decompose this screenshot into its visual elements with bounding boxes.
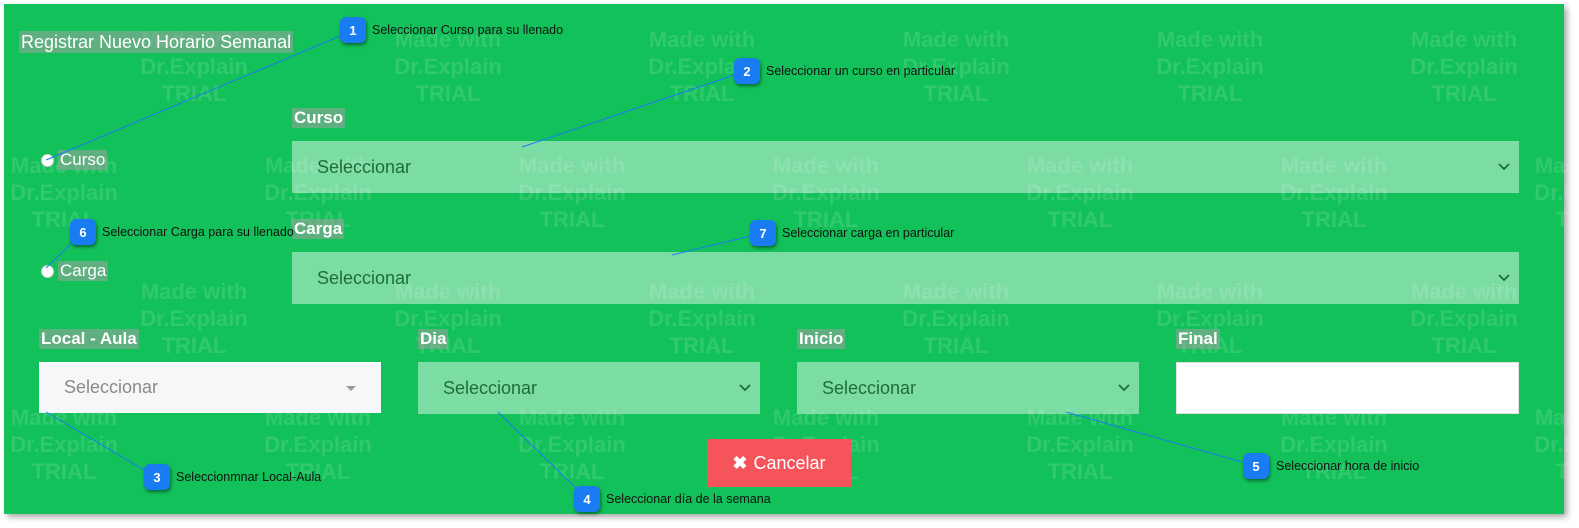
dia-select[interactable]: Seleccionar (418, 362, 760, 414)
callout-badge-4: 4 (574, 486, 600, 512)
final-label: Final (1176, 329, 1220, 349)
local-label: Local - Aula (39, 329, 139, 349)
callout-text-6: Seleccionar Carga para su llenado (102, 225, 294, 239)
cancel-button[interactable]: ✖ Cancelar (707, 439, 851, 487)
callout-text-4: Seleccionar día de la semana (606, 492, 771, 506)
inicio-label: Inicio (797, 329, 846, 349)
radio-button[interactable] (41, 264, 54, 278)
watermark: Made withDr.ExplainTRIAL (1534, 405, 1579, 484)
inicio-select[interactable]: Seleccionar (797, 362, 1139, 414)
callout-badge-5: 5 (1243, 453, 1269, 479)
carga-select-value: Seleccionar (317, 267, 412, 288)
page-title: Registrar Nuevo Horario Semanal (19, 31, 294, 53)
watermark: Made withDr.ExplainTRIAL (1026, 405, 1134, 484)
watermark: Made withDr.ExplainTRIAL (1156, 27, 1264, 106)
dia-select-value: Seleccionar (443, 377, 538, 398)
chevron-down-icon (739, 384, 751, 392)
callout-text-5: Seleccionar hora de inicio (1276, 459, 1420, 473)
inicio-select-value: Seleccionar (822, 377, 917, 398)
watermark: Made withDr.ExplainTRIAL (394, 27, 502, 106)
radio-curso[interactable]: Curso (41, 150, 108, 170)
watermark: Made withDr.ExplainTRIAL (1410, 27, 1518, 106)
callout-badge-6: 6 (70, 219, 96, 245)
final-input[interactable] (1176, 362, 1519, 414)
carga-label: Carga (292, 219, 345, 239)
cancel-button-label: Cancelar (753, 452, 826, 473)
watermark: Made withDr.ExplainTRIAL (518, 405, 626, 484)
callout-badge-7: 7 (750, 220, 776, 246)
radio-button[interactable] (41, 153, 54, 167)
curso-select[interactable]: Seleccionar (292, 141, 1519, 193)
watermark: Made withDr.ExplainTRIAL (10, 405, 118, 484)
times-icon: ✖ (732, 452, 748, 473)
radio-curso-label: Curso (58, 150, 108, 170)
watermark: Made withDr.ExplainTRIAL (140, 279, 248, 358)
callout-text-7: Seleccionar carga en particular (782, 226, 955, 240)
carga-select[interactable]: Seleccionar (292, 252, 1519, 304)
watermark: Made withDr.ExplainTRIAL (1534, 153, 1579, 232)
caret-down-icon (346, 385, 356, 391)
dia-label: Dia (418, 329, 449, 349)
callout-text-3: Seleccionmnar Local-Aula (176, 470, 322, 484)
curso-select-value: Seleccionar (317, 156, 412, 177)
callout-badge-2: 2 (734, 58, 760, 84)
radio-carga[interactable]: Carga (41, 261, 109, 281)
local-select[interactable]: Seleccionar (39, 362, 381, 413)
chevron-down-icon (1498, 274, 1510, 282)
chevron-down-icon (1498, 163, 1510, 171)
callout-badge-1: 1 (340, 17, 366, 43)
curso-label: Curso (292, 108, 346, 128)
local-select-value: Seleccionar (64, 377, 159, 397)
radio-carga-label: Carga (58, 261, 109, 281)
callout-text-2: Seleccionar un curso en particular (766, 64, 955, 78)
callout-text-1: Seleccionar Curso para su llenado (372, 23, 564, 37)
callout-badge-3: 3 (144, 464, 170, 490)
chevron-down-icon (1118, 384, 1130, 392)
